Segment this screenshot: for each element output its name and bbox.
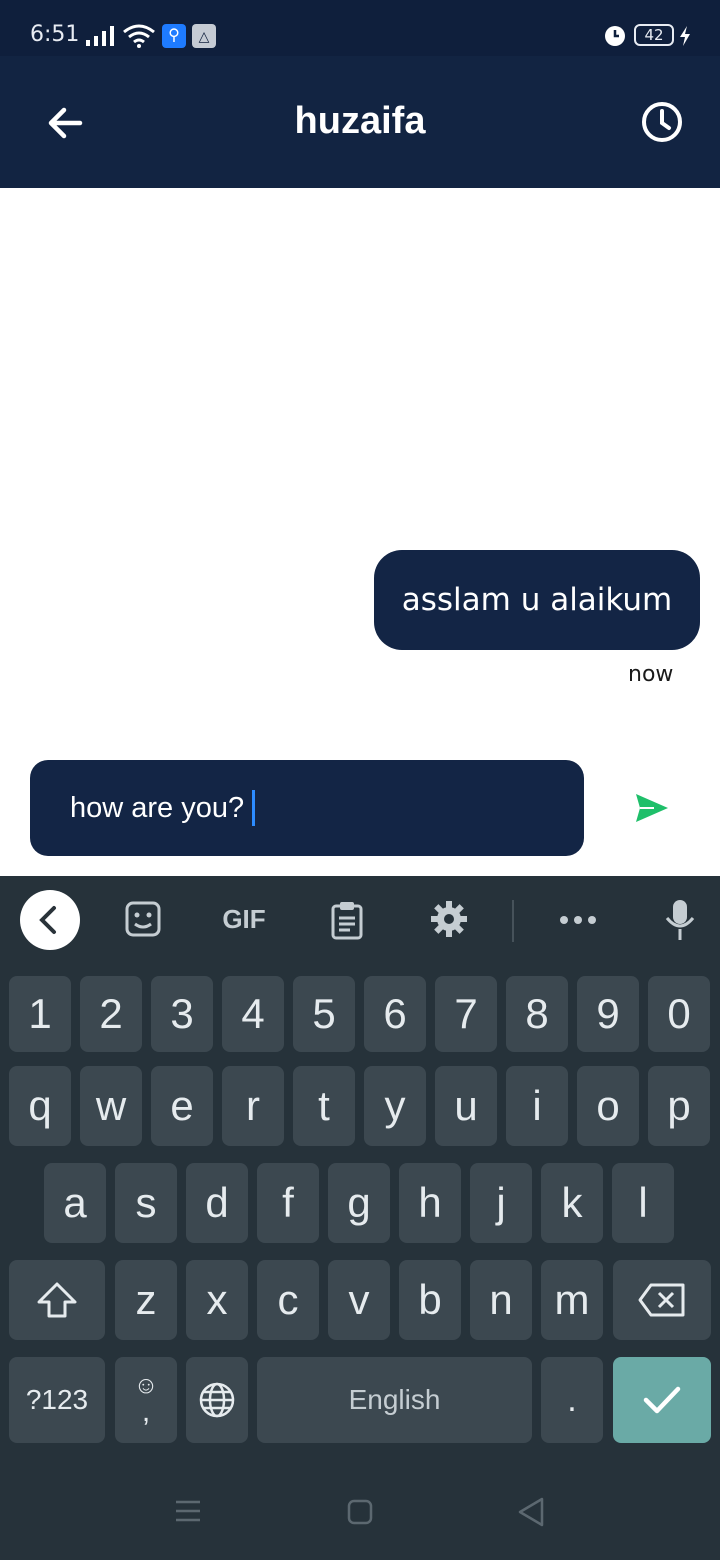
message-input[interactable]: how are you?: [30, 760, 584, 856]
clock-icon[interactable]: [636, 96, 688, 148]
key-o[interactable]: o: [577, 1066, 639, 1146]
menu-icon[interactable]: [174, 1498, 202, 1524]
emoji-comma-key[interactable]: ☺ ,: [115, 1357, 177, 1443]
home-icon[interactable]: [346, 1498, 374, 1526]
key-e[interactable]: e: [151, 1066, 213, 1146]
battery-icon: 42: [634, 24, 674, 46]
message-input-value: how are you?: [70, 791, 245, 824]
key-k[interactable]: k: [541, 1163, 603, 1243]
message-text: asslam u alaikum: [401, 582, 673, 618]
key-f[interactable]: f: [257, 1163, 319, 1243]
more-icon[interactable]: [558, 914, 598, 926]
comma-label: ,: [141, 1395, 151, 1428]
key-4[interactable]: 4: [222, 976, 284, 1052]
key-9[interactable]: 9: [577, 976, 639, 1052]
key-1[interactable]: 1: [9, 976, 71, 1052]
key-0[interactable]: 0: [648, 976, 710, 1052]
usb-icon: ⚲: [162, 24, 186, 48]
key-m[interactable]: m: [541, 1260, 603, 1340]
status-bar: 6:51 ⚲ △ 42: [0, 0, 720, 56]
key-6[interactable]: 6: [364, 976, 426, 1052]
back-icon[interactable]: [516, 1496, 546, 1528]
key-n[interactable]: n: [470, 1260, 532, 1340]
gif-button[interactable]: GIF: [218, 904, 270, 936]
key-q[interactable]: q: [9, 1066, 71, 1146]
clipboard-icon[interactable]: [330, 900, 364, 940]
soft-keyboard: GIF 1 2 3 4 5 6 7 8 9 0 q w e r t y u i …: [0, 876, 720, 1560]
key-h[interactable]: h: [399, 1163, 461, 1243]
chat-header: huzaifa: [0, 56, 720, 188]
language-key[interactable]: [186, 1357, 248, 1443]
charging-icon: [680, 26, 690, 46]
text-caret: [252, 790, 256, 826]
space-key[interactable]: English: [257, 1357, 532, 1443]
key-r[interactable]: r: [222, 1066, 284, 1146]
key-b[interactable]: b: [399, 1260, 461, 1340]
system-nav-bar: [0, 1470, 720, 1560]
key-w[interactable]: w: [80, 1066, 142, 1146]
message-time: now: [628, 662, 674, 687]
key-x[interactable]: x: [186, 1260, 248, 1340]
key-z[interactable]: z: [115, 1260, 177, 1340]
key-5[interactable]: 5: [293, 976, 355, 1052]
key-8[interactable]: 8: [506, 976, 568, 1052]
drive-icon: △: [192, 24, 216, 48]
key-d[interactable]: d: [186, 1163, 248, 1243]
key-7[interactable]: 7: [435, 976, 497, 1052]
key-g[interactable]: g: [328, 1163, 390, 1243]
alarm-icon: [605, 26, 625, 46]
check-icon: [643, 1386, 681, 1414]
send-icon[interactable]: [634, 792, 670, 824]
enter-key[interactable]: [613, 1357, 711, 1443]
shift-icon: [37, 1282, 77, 1318]
period-key[interactable]: .: [541, 1357, 603, 1443]
key-i[interactable]: i: [506, 1066, 568, 1146]
key-2[interactable]: 2: [80, 976, 142, 1052]
globe-icon: [199, 1382, 235, 1418]
key-j[interactable]: j: [470, 1163, 532, 1243]
toolbar-divider: [512, 900, 514, 942]
backspace-icon: [638, 1283, 685, 1317]
key-p[interactable]: p: [648, 1066, 710, 1146]
message-bubble[interactable]: asslam u alaikum: [374, 550, 700, 650]
key-u[interactable]: u: [435, 1066, 497, 1146]
chat-title: huzaifa: [294, 100, 426, 142]
key-s[interactable]: s: [115, 1163, 177, 1243]
status-time: 6:51: [30, 22, 80, 47]
key-v[interactable]: v: [328, 1260, 390, 1340]
wifi-icon: [123, 24, 155, 48]
shift-key[interactable]: [9, 1260, 105, 1340]
key-t[interactable]: t: [293, 1066, 355, 1146]
backspace-key[interactable]: [613, 1260, 711, 1340]
key-3[interactable]: 3: [151, 976, 213, 1052]
symbols-key[interactable]: ?123: [9, 1357, 105, 1443]
sticker-icon[interactable]: [124, 900, 162, 938]
mic-icon[interactable]: [664, 898, 696, 942]
settings-icon[interactable]: [430, 900, 468, 938]
key-a[interactable]: a: [44, 1163, 106, 1243]
key-l[interactable]: l: [612, 1163, 674, 1243]
signal-icon: [86, 26, 114, 46]
collapse-icon[interactable]: [20, 890, 80, 950]
key-c[interactable]: c: [257, 1260, 319, 1340]
key-y[interactable]: y: [364, 1066, 426, 1146]
